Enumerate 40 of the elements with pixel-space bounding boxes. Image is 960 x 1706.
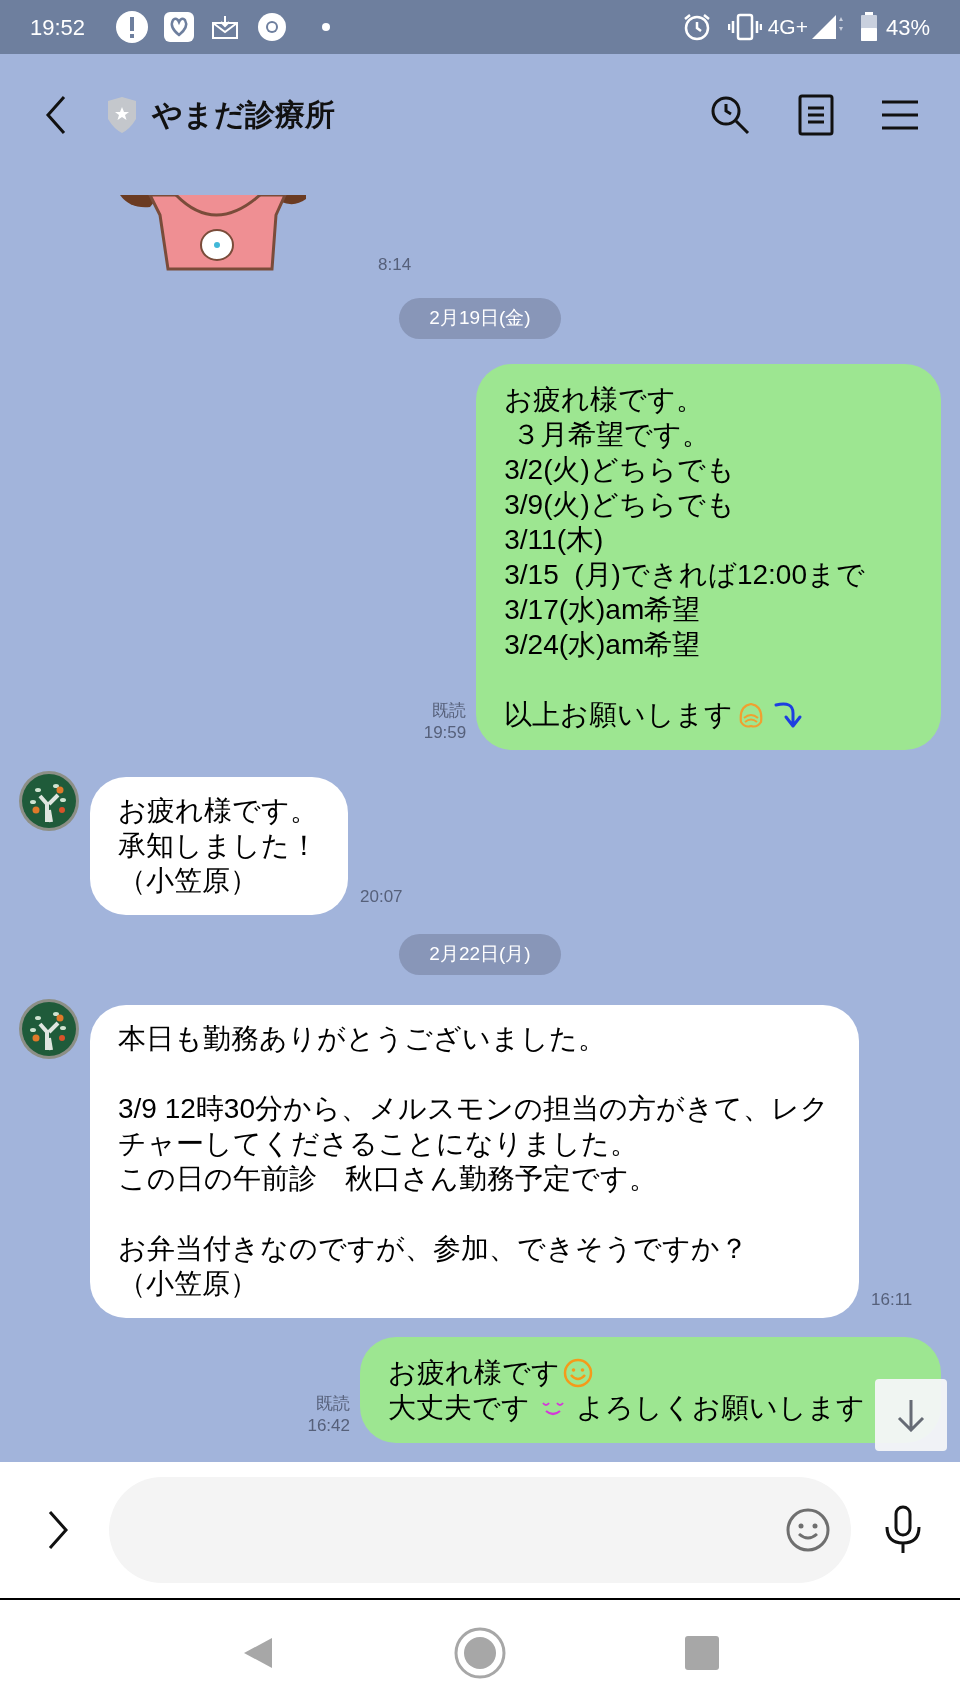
dot-icon: [321, 22, 332, 32]
square-icon: [685, 1636, 719, 1670]
mail-icon: [211, 14, 240, 40]
message-time: 8:14: [378, 253, 412, 276]
read-receipt: 既読: [316, 1393, 350, 1415]
message-text: お疲れ様です。 承知しました！ （小笠原）: [118, 794, 318, 898]
chat-title: やまだ診療所: [152, 97, 335, 133]
message-time: 20:07: [360, 885, 403, 908]
message-text: お疲れ様です。 ３月希望です。 3/2(火)どちらでも 3/9(火)どちらでも 3/11(木) 3/15 (月)できれば12:00まで 3/17(水)am希望 3/24(水)am希望 以上お願いします: [504, 383, 865, 732]
document-icon: [798, 93, 834, 136]
back-icon: [44, 94, 68, 135]
date-pill: 2月22日(月): [399, 934, 561, 975]
read-receipt: 既読: [432, 700, 467, 722]
notes-button[interactable]: [796, 92, 836, 137]
chevron-right-icon: [46, 1510, 70, 1550]
vibrate-icon: [727, 12, 762, 42]
battery-percent: 43%: [885, 13, 930, 42]
down-arrow-icon: [896, 1398, 926, 1432]
scroll-down-button[interactable]: [875, 1379, 947, 1451]
battery-icon: [859, 12, 878, 42]
browser-icon: [257, 12, 288, 42]
smiley-emoji-icon: [562, 1356, 594, 1389]
menu-icon: [881, 98, 919, 131]
message-text: 本日も勤務ありがとうございました。 3/9 12時30分から、メルスモンの担当の方がきて、レク チャーしてくださることになりました。 この日の午前診 秋口さん勤務予定です。 お弁当付きなのですが、参加、できそうですか？ （小笠原）: [118, 1022, 829, 1301]
status-time: 19:52: [30, 13, 86, 42]
date-pill: 2月19日(金): [399, 298, 561, 339]
message-time: 16:42: [307, 1415, 350, 1437]
alert-icon: [115, 10, 150, 44]
app-notification-icon: [163, 11, 196, 43]
shield-star-icon: [106, 96, 138, 133]
tree-avatar: [18, 770, 80, 832]
message-time: 19:59: [423, 722, 467, 744]
network-type: 4G+: [767, 14, 808, 41]
message-text: お疲れ様です 大丈夫です よろしくお願いします: [388, 1355, 865, 1425]
tree-avatar: [18, 998, 80, 1060]
triangle-back-icon: [242, 1636, 274, 1670]
message-time: 16:11: [871, 1288, 913, 1311]
emoji-icon: [785, 1507, 831, 1553]
microphone-icon: [883, 1505, 923, 1555]
home-circle-icon: [454, 1627, 506, 1679]
